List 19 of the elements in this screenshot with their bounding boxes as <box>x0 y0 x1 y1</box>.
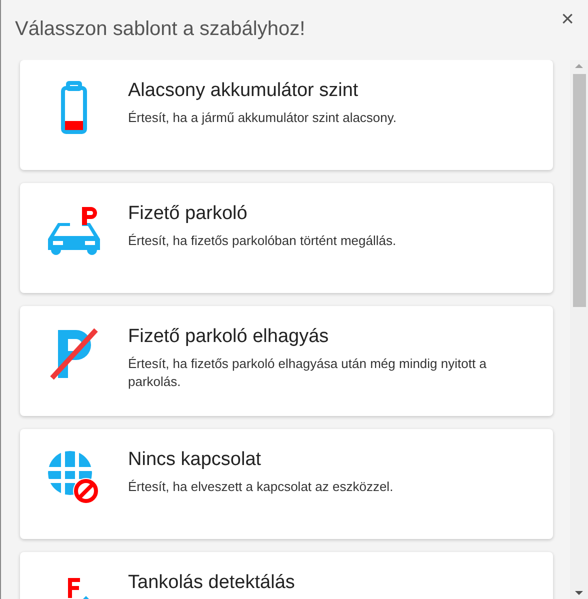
template-title: Fizető parkoló elhagyás <box>128 326 330 349</box>
template-card[interactable]: Fizető parkoló Értesít, ha fizetős parkolóban történt megállás. <box>20 183 553 293</box>
template-description: Értesít, ha a jármű akkumulátor szint alacsony. <box>128 108 397 127</box>
template-title: Tankolás detektálás <box>128 572 295 595</box>
template-description: Értesít, ha fizetős parkoló elhagyása után még mindig nyitott a parkolás. <box>128 354 488 391</box>
template-title: Fizető parkoló <box>128 203 248 226</box>
refuel-icon <box>66 576 90 599</box>
template-card[interactable]: Nincs kapcsolat Értesít, ha elveszett a kapcsolat az eszközzel. <box>20 429 553 539</box>
template-card[interactable]: Alacsony akkumulátor szint Értesít, ha a jármű akkumulátor szint alacsony. <box>20 60 553 170</box>
dialog-title: Válasszon sablont a szabályhoz! <box>15 17 306 42</box>
template-title: Nincs kapcsolat <box>128 449 262 472</box>
template-title: Alacsony akkumulátor szint <box>128 80 360 103</box>
template-card[interactable]: Fizető parkoló elhagyás Értesít, ha fizetős parkoló elhagyása után még mindig nyitott a parkolás. <box>20 306 553 416</box>
scrollbar-thumb[interactable] <box>572 74 586 307</box>
scrollbar[interactable] <box>570 60 588 599</box>
template-description: Értesít, ha elveszett a kapcsolat az eszközzel. <box>128 478 394 496</box>
template-card[interactable]: Tankolás detektálás <box>20 552 553 599</box>
template-description: Értesít, ha fizetős parkolóban történt megállás. <box>128 232 396 250</box>
close-button[interactable]: × <box>557 8 578 30</box>
